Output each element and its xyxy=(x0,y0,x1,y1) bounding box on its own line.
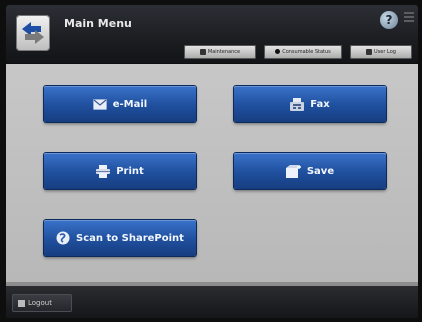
screen: Main Menu ? Maintenance Consumable Statu… xyxy=(0,0,422,322)
fax-label: Fax xyxy=(310,98,330,110)
print-button[interactable]: Print xyxy=(44,153,196,189)
printer-icon xyxy=(96,164,111,178)
scan-to-sharepoint-label: Scan to SharePoint xyxy=(76,232,184,244)
sharepoint-icon xyxy=(56,231,70,245)
fax-icon xyxy=(290,97,305,111)
email-label: e-Mail xyxy=(112,98,148,110)
user-log-label: User Log xyxy=(374,49,396,55)
back-button[interactable] xyxy=(16,15,50,51)
logout-button[interactable]: Logout xyxy=(12,294,72,312)
envelope-icon xyxy=(92,98,107,110)
help-icon: ? xyxy=(385,13,393,27)
print-label: Print xyxy=(116,165,144,177)
email-button[interactable]: e-Mail xyxy=(44,86,196,122)
save-label: Save xyxy=(306,165,335,177)
maintenance-button[interactable]: Maintenance xyxy=(184,45,256,59)
list-icon[interactable] xyxy=(404,12,414,24)
main-menu-panel: e-Mail Fax Print Save Scan to SharePoint xyxy=(6,64,418,282)
page-title: Main Menu xyxy=(64,17,132,30)
help-button[interactable]: ? xyxy=(380,11,398,29)
user-log-button[interactable]: User Log xyxy=(350,45,412,59)
logout-icon xyxy=(18,299,25,307)
logout-label: Logout xyxy=(28,299,52,307)
header-bar: Main Menu ? Maintenance Consumable Statu… xyxy=(6,5,418,63)
scan-to-sharepoint-button[interactable]: Scan to SharePoint xyxy=(44,220,196,256)
consumable-status-label: Consumable Status xyxy=(282,49,331,55)
wrench-icon xyxy=(199,48,206,55)
back-arrow-icon xyxy=(22,22,44,44)
save-button[interactable]: Save xyxy=(234,153,386,189)
maintenance-label: Maintenance xyxy=(207,49,241,55)
save-document-icon xyxy=(285,164,301,178)
fax-button[interactable]: Fax xyxy=(234,86,386,122)
footer-bar: Logout xyxy=(6,286,418,318)
consumable-status-button[interactable]: Consumable Status xyxy=(264,45,342,59)
log-icon xyxy=(366,48,373,55)
status-dot-icon xyxy=(275,49,281,54)
